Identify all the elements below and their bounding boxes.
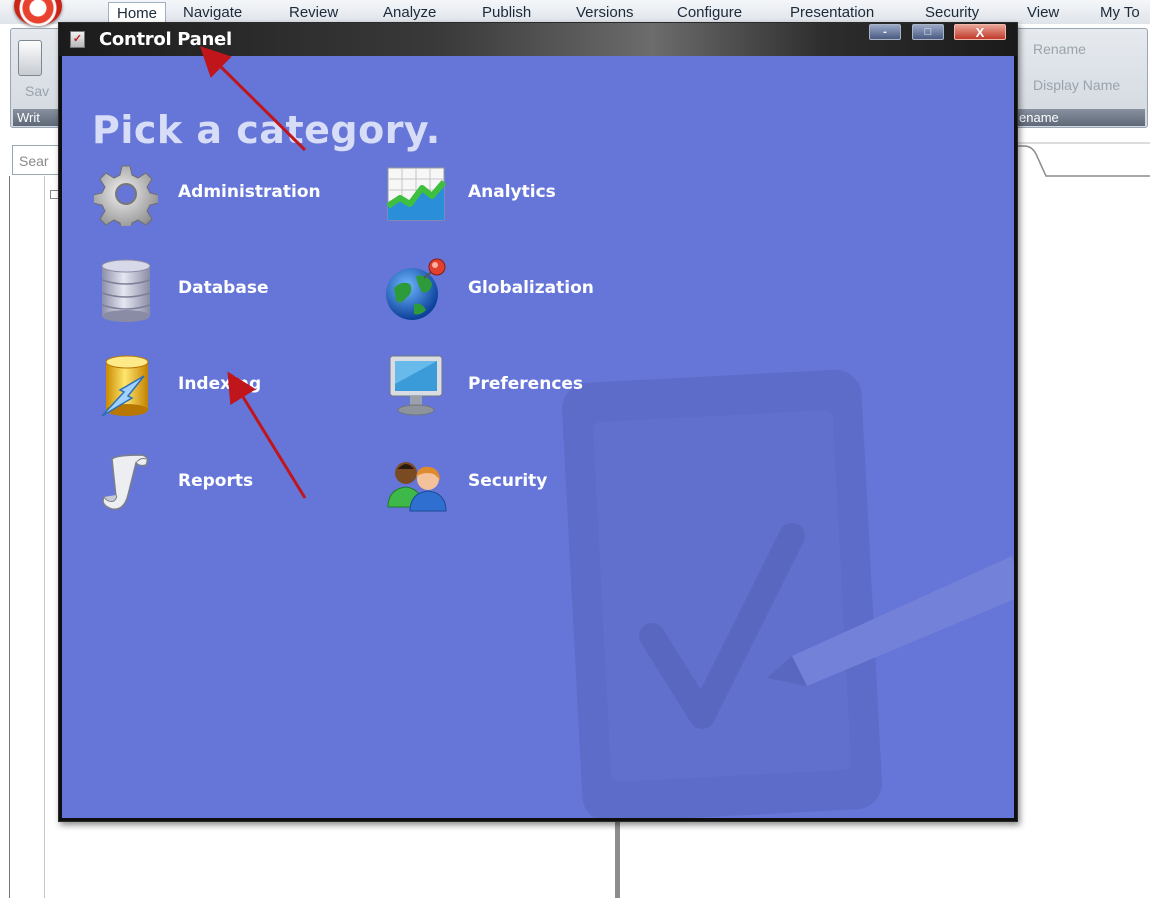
checklist-watermark-icon <box>562 369 1014 818</box>
category-label: Preferences <box>468 374 584 394</box>
tree-border <box>44 176 45 898</box>
control-panel-app-icon: ✓ <box>70 31 85 48</box>
document-tab-strip <box>1016 142 1150 177</box>
category-label: Globalization <box>468 278 594 298</box>
ribbon-group-rename-label: ename <box>1015 109 1145 126</box>
left-border <box>9 176 10 898</box>
chart-icon <box>386 167 447 221</box>
category-globalization[interactable]: Globalization <box>384 258 604 322</box>
category-indexing[interactable]: Indexing <box>94 354 294 418</box>
database-icon <box>101 259 151 322</box>
splitter[interactable] <box>615 818 620 898</box>
indexing-icon <box>101 355 149 417</box>
category-label: Security <box>468 471 548 491</box>
category-security[interactable]: Security <box>384 451 584 515</box>
window-title: Control Panel <box>99 29 232 50</box>
category-analytics[interactable]: Analytics <box>384 162 584 226</box>
gear-icon <box>94 165 158 226</box>
display-name-button[interactable]: Display Name <box>1033 77 1120 93</box>
menu-view[interactable]: View <box>1027 4 1059 21</box>
menu-configure[interactable]: Configure <box>677 4 742 21</box>
menu-analyze[interactable]: Analyze <box>383 4 436 21</box>
category-database[interactable]: Database <box>94 258 294 322</box>
control-panel-window: ✓ Control Panel - □ X Pick a category. A… <box>58 22 1018 822</box>
category-label: Database <box>178 278 269 298</box>
rename-button[interactable]: Rename <box>1033 41 1086 57</box>
scroll-icon <box>102 454 149 510</box>
ribbon-group-write-label: Writ <box>13 109 63 126</box>
save-icon[interactable] <box>18 40 42 76</box>
close-button[interactable]: X <box>954 24 1006 40</box>
menu-presentation[interactable]: Presentation <box>790 4 874 21</box>
control-panel-client: Pick a category. Administration Analytic… <box>62 56 1014 818</box>
menu-home[interactable]: Home <box>108 2 167 22</box>
category-label: Indexing <box>178 374 262 394</box>
category-administration[interactable]: Administration <box>94 162 324 226</box>
category-reports[interactable]: Reports <box>94 451 294 515</box>
menu-bar: Home Navigate Review Analyze Publish Ver… <box>0 0 1150 24</box>
menu-security[interactable]: Security <box>925 4 979 21</box>
category-label: Reports <box>178 471 254 491</box>
maximize-button[interactable]: □ <box>912 24 944 40</box>
menu-publish[interactable]: Publish <box>482 4 531 21</box>
save-button-label[interactable]: Sav <box>25 83 49 99</box>
page-heading: Pick a category. <box>92 108 441 152</box>
globe-icon <box>386 258 446 320</box>
menu-navigate[interactable]: Navigate <box>183 4 242 21</box>
monitor-icon <box>389 355 443 416</box>
category-label: Administration <box>178 182 321 202</box>
menu-versions[interactable]: Versions <box>576 4 634 21</box>
menu-my-tools[interactable]: My To <box>1100 4 1140 21</box>
title-bar[interactable]: ✓ Control Panel - □ X <box>59 23 1017 56</box>
users-icon <box>387 462 447 512</box>
category-preferences[interactable]: Preferences <box>384 354 604 418</box>
minimize-button[interactable]: - <box>869 24 901 40</box>
category-label: Analytics <box>468 182 556 202</box>
menu-review[interactable]: Review <box>289 4 338 21</box>
